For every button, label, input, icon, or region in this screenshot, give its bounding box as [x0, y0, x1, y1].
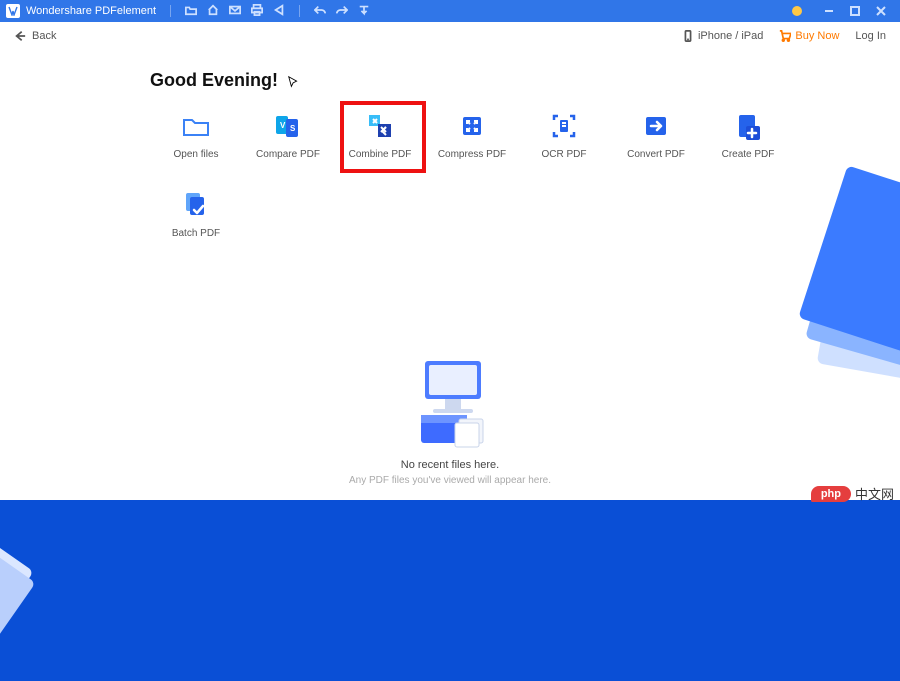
empty-subtitle: Any PDF files you've viewed will appear …	[0, 475, 900, 486]
tile-batch-pdf[interactable]: Batch PDF	[150, 190, 242, 239]
app-window: Wondershare PDFelement Back	[0, 0, 900, 500]
iphone-ipad-link[interactable]: iPhone / iPad	[682, 30, 763, 42]
share-icon[interactable]	[273, 4, 285, 19]
tile-label: Open files	[173, 149, 218, 160]
tile-label: Batch PDF	[172, 228, 220, 239]
page-greeting: Good Evening!	[150, 70, 860, 91]
maximize-button[interactable]	[842, 0, 868, 22]
recent-files-empty-state: No recent files here. Any PDF files you'…	[0, 355, 900, 486]
svg-text:V: V	[280, 121, 286, 130]
iphone-ipad-label: iPhone / iPad	[698, 30, 763, 42]
tile-label: OCR PDF	[542, 149, 587, 160]
app-logo-icon	[6, 4, 20, 18]
compare-icon: VS	[273, 111, 303, 141]
combine-icon	[365, 111, 395, 141]
action-tile-grid: Open files VS Compare PDF Combine PDF Co…	[150, 111, 800, 239]
tile-label: Convert PDF	[627, 149, 685, 160]
decorative-papers-right	[798, 165, 900, 354]
buy-now-label: Buy Now	[795, 30, 839, 42]
header-toolbar: Back iPhone / iPad Buy Now Log In	[0, 22, 900, 50]
tile-label: Compare PDF	[256, 149, 320, 160]
print-icon[interactable]	[251, 4, 263, 19]
back-label: Back	[32, 30, 56, 42]
tile-compress-pdf[interactable]: Compress PDF	[426, 111, 518, 160]
theme-toggle-icon[interactable]	[792, 6, 802, 16]
tile-label: Create PDF	[722, 149, 775, 160]
titlebar: Wondershare PDFelement	[0, 0, 900, 22]
watermark-text: 中文网	[855, 484, 894, 503]
open-folder-icon[interactable]	[185, 4, 197, 19]
create-icon	[733, 111, 763, 141]
convert-icon	[641, 111, 671, 141]
tile-create-pdf[interactable]: Create PDF	[702, 111, 794, 160]
folder-icon	[181, 111, 211, 141]
mouse-cursor-icon	[287, 75, 301, 89]
undo-icon[interactable]	[314, 4, 326, 19]
login-link[interactable]: Log In	[855, 30, 886, 42]
mail-icon[interactable]	[229, 4, 241, 19]
empty-title: No recent files here.	[0, 459, 900, 471]
compress-icon	[457, 111, 487, 141]
watermark-brand: php	[811, 486, 851, 502]
ocr-icon	[549, 111, 579, 141]
tile-combine-pdf[interactable]: Combine PDF	[334, 111, 426, 160]
titlebar-divider	[299, 5, 300, 17]
buy-now-link[interactable]: Buy Now	[779, 30, 839, 42]
batch-icon	[181, 190, 211, 220]
titlebar-divider	[170, 5, 171, 17]
titlebar-quick-actions	[185, 4, 370, 19]
home-icon[interactable]	[207, 4, 219, 19]
login-label: Log In	[855, 30, 886, 42]
greeting-text: Good Evening!	[150, 70, 278, 90]
tile-open-files[interactable]: Open files	[150, 111, 242, 160]
close-button[interactable]	[868, 0, 894, 22]
app-title: Wondershare PDFelement	[26, 5, 156, 17]
customize-icon[interactable]	[358, 4, 370, 19]
tile-label: Compress PDF	[438, 149, 506, 160]
svg-text:S: S	[290, 124, 296, 133]
redo-icon[interactable]	[336, 4, 348, 19]
tile-convert-pdf[interactable]: Convert PDF	[610, 111, 702, 160]
main-content: Good Evening! Open files VS Compare PDF …	[0, 50, 900, 500]
minimize-button[interactable]	[816, 0, 842, 22]
window-controls	[816, 0, 894, 22]
tile-ocr-pdf[interactable]: OCR PDF	[518, 111, 610, 160]
back-button[interactable]: Back	[14, 30, 56, 42]
tile-label: Combine PDF	[349, 149, 412, 160]
tile-compare-pdf[interactable]: VS Compare PDF	[242, 111, 334, 160]
site-watermark: php 中文网	[811, 484, 894, 503]
empty-illustration-icon	[395, 355, 505, 449]
